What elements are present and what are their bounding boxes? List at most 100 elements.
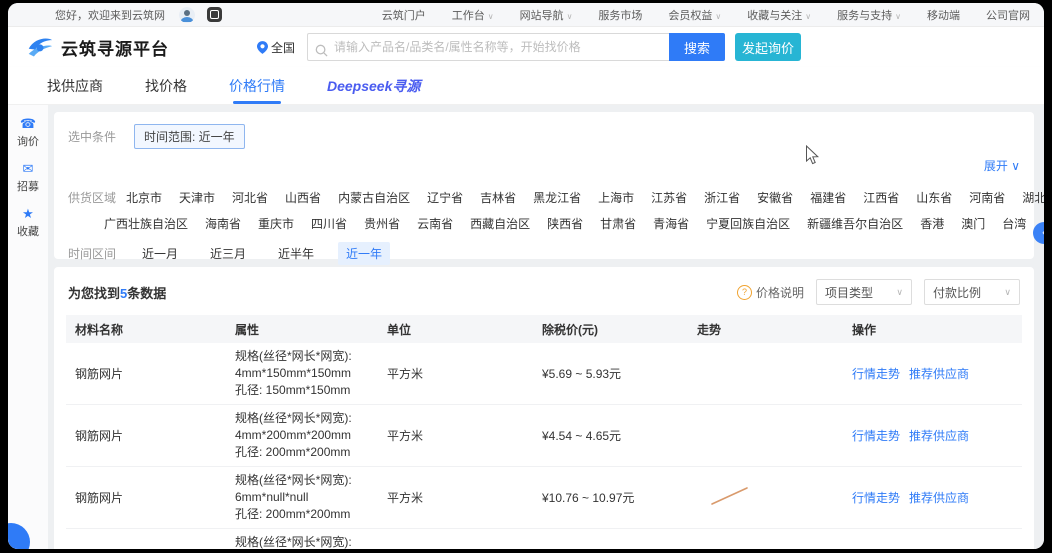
region-option[interactable]: 黑龙江省 (533, 189, 581, 206)
chevron-down-icon: ∨ (805, 11, 812, 21)
spec-line: 规格(丝径*网长*网宽): (235, 473, 352, 487)
region-option[interactable]: 山东省 (916, 189, 952, 206)
expand-toggle[interactable]: 展开 ∨ (984, 157, 1020, 174)
region-option[interactable]: 湖北省 (1022, 189, 1044, 206)
topbar-link[interactable]: 云筑门户 (382, 7, 426, 23)
supply-region-row: 供货区域 北京市 天津市 河北省 山西省 内蒙古自治区 辽宁省 吉林省 黑龙江省 上海市 江苏省浙… (68, 189, 1044, 206)
time-range-label: 时间区间 (68, 247, 117, 261)
start-inquiry-button[interactable]: 发起询价 (735, 33, 802, 61)
recommend-supplier-link[interactable]: 推荐供应商 (909, 427, 969, 444)
region-option[interactable]: 内蒙古自治区 (338, 189, 410, 206)
region-option[interactable]: 河南省 (969, 189, 1005, 206)
region-option[interactable]: 福建省 (810, 189, 846, 206)
col-material-name: 材料名称 (75, 322, 124, 337)
region-option[interactable]: 辽宁省 (427, 189, 463, 206)
region-options-line2: 广西壮族自治区 海南省 重庆市 四川省 贵州省 云南省 西藏自治区 陕西省 甘肃省 青海省 宁夏回族… (68, 215, 1026, 232)
region-option[interactable]: 陕西省 (547, 215, 583, 232)
topbar-link[interactable]: 服务与支持 ∨ (837, 7, 901, 23)
region-option[interactable]: 河北省 (232, 189, 268, 206)
price-explanation[interactable]: ? 价格说明 (736, 284, 804, 301)
region-option[interactable]: 北京市 (126, 189, 162, 206)
search-button[interactable]: 搜索 (669, 33, 726, 61)
main-content: 选中条件 时间范围: 近一年 展开 ∨ 供货区域 北京市 天津市 河北省 山西省 内蒙古… (54, 112, 1044, 549)
topbar-link[interactable]: 移动端 (927, 7, 960, 23)
search-input[interactable] (307, 33, 670, 61)
tab-find-prices[interactable]: 找价格 (145, 67, 187, 104)
topbar-link[interactable]: 服务市场 (598, 7, 642, 23)
region-option[interactable]: 安徽省 (757, 189, 793, 206)
region-option[interactable]: 四川省 (311, 215, 347, 232)
region-option[interactable]: 新疆维吾尔自治区 (807, 215, 903, 232)
project-type-select[interactable]: 项目类型 ∨ (816, 279, 912, 305)
actions-cell: 行情走势 推荐供应商 (843, 489, 1022, 506)
material-name: 钢筋网片 (75, 429, 124, 443)
time-range-option[interactable]: 近三月 (202, 242, 254, 265)
region-option[interactable]: 甘肃省 (600, 215, 636, 232)
time-range-row: 时间区间 近一月 近三月 近半年 近一年 (68, 242, 1020, 265)
region-option[interactable]: 江苏省 (651, 189, 687, 206)
chevron-down-icon: ∨ (715, 11, 722, 21)
price-range-cell: ¥5.69 ~ 5.93元 (542, 367, 622, 381)
region-option[interactable]: 海南省 (205, 215, 241, 232)
region-option[interactable]: 云南省 (417, 215, 453, 232)
app-grid-icon[interactable] (207, 7, 222, 22)
page-body: ☎ 询价 ✉ 招募 ★ 收藏 选中条件 时间范围: 近一年 展开 ∨ 供货区域 … (8, 105, 1044, 549)
time-range-filter-tag[interactable]: 时间范围: 近一年 (134, 124, 245, 149)
region-option[interactable]: 江西省 (863, 189, 899, 206)
price-range-cell: ¥10.76 ~ 10.97元 (542, 491, 635, 505)
region-option[interactable]: 香港 (920, 215, 944, 232)
table-header: 材料名称 属性 单位 除税价(元) 走势 操作 (66, 315, 1022, 343)
region-option[interactable]: 澳门 (961, 215, 985, 232)
time-range-option[interactable]: 近半年 (270, 242, 322, 265)
results-summary: 为您找到5条数据 (68, 285, 167, 301)
payment-ratio-select[interactable]: 付款比例 ∨ (924, 279, 1020, 305)
topbar-link[interactable]: 会员权益 ∨ (668, 7, 721, 23)
region-selector[interactable]: 全国 (257, 39, 295, 56)
region-option[interactable]: 广西壮族自治区 (104, 215, 188, 232)
region-option[interactable]: 青海省 (653, 215, 689, 232)
material-name: 钢筋网片 (75, 367, 124, 381)
region-option[interactable]: 山西省 (285, 189, 321, 206)
topbar-link[interactable]: 公司官网 (986, 7, 1030, 23)
region-option[interactable]: 浙江省 (704, 189, 740, 206)
results-header: 为您找到5条数据 ? 价格说明 项目类型 ∨ 付款比例 ∨ (66, 267, 1022, 315)
region-option[interactable]: 天津市 (179, 189, 215, 206)
unit-cell: 平方米 (387, 429, 424, 443)
results-controls: ? 价格说明 项目类型 ∨ 付款比例 ∨ (736, 279, 1020, 305)
tab-price-trends[interactable]: 价格行情 (229, 67, 285, 104)
table-row: 规格(丝径*网长*网宽): (66, 529, 1022, 549)
topbar-link[interactable]: 收藏与关注 ∨ (747, 7, 811, 23)
region-option[interactable]: 贵州省 (364, 215, 400, 232)
market-trend-link[interactable]: 行情走势 (852, 427, 900, 444)
recommend-supplier-link[interactable]: 推荐供应商 (909, 489, 969, 506)
mini-sidebar: ☎ 询价 ✉ 招募 ★ 收藏 (8, 105, 48, 549)
logo[interactable]: 云筑寻源平台 (26, 34, 169, 60)
attributes-cell: 规格(丝径*网长*网宽): 4mm*150mm*150mm 孔径: 150mm*… (226, 348, 378, 399)
sidebar-item-inquiry[interactable]: ☎ 询价 (17, 117, 39, 149)
region-option[interactable]: 吉林省 (480, 189, 516, 206)
location-pin-icon (257, 40, 268, 54)
region-option[interactable]: 西藏自治区 (470, 215, 530, 232)
tab-find-suppliers[interactable]: 找供应商 (47, 67, 103, 104)
tab-deepseek-sourcing[interactable]: Deepseek寻源 (327, 67, 420, 104)
region-option[interactable]: 台湾 (1002, 215, 1026, 232)
region-option[interactable]: 重庆市 (258, 215, 294, 232)
user-avatar[interactable] (179, 6, 195, 23)
topbar-link[interactable]: 网站导航 ∨ (520, 7, 573, 23)
region-option[interactable]: 宁夏回族自治区 (706, 215, 790, 232)
market-trend-link[interactable]: 行情走势 (852, 365, 900, 382)
col-trend: 走势 (697, 322, 722, 337)
star-icon: ★ (22, 206, 34, 221)
topbar-link[interactable]: 工作台 ∨ (452, 7, 494, 23)
region-option[interactable]: 上海市 (598, 189, 634, 206)
spec-line: 规格(丝径*网长*网宽): (235, 535, 352, 549)
sidebar-item-favorites[interactable]: ★ 收藏 (17, 207, 39, 239)
chevron-down-icon: ∨ (487, 11, 494, 21)
spec-line: 6mm*null*null (235, 490, 309, 504)
market-trend-link[interactable]: 行情走势 (852, 489, 900, 506)
actions-cell: 行情走势 推荐供应商 (843, 427, 1022, 444)
sidebar-item-recruit[interactable]: ✉ 招募 (17, 162, 39, 194)
time-range-option[interactable]: 近一年 (338, 242, 391, 265)
recommend-supplier-link[interactable]: 推荐供应商 (909, 365, 969, 382)
time-range-option[interactable]: 近一月 (134, 242, 186, 265)
